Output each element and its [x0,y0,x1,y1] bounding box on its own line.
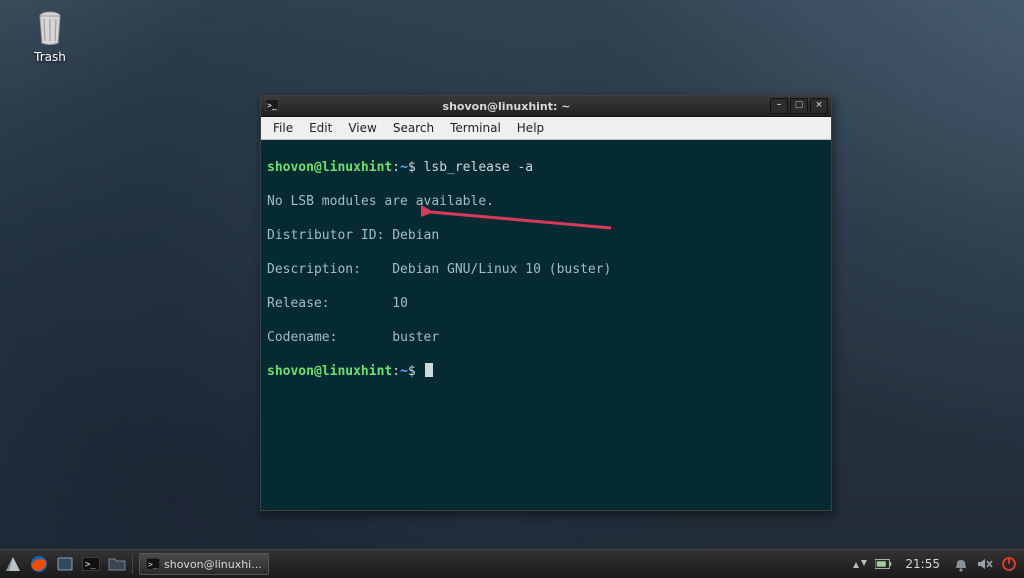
launcher-terminal-icon[interactable]: >_ [80,553,102,575]
window-close-button[interactable]: × [810,98,828,114]
output-distributor-value: Debian [392,228,439,243]
taskbar-button-label: shovon@linuxhi... [164,558,262,571]
applications-menu-button[interactable] [2,553,24,575]
window-maximize-button[interactable]: ▢ [790,98,808,114]
window-titlebar[interactable]: >_ shovon@linuxhint: ~ – ▢ × [261,96,831,117]
window-minimize-button[interactable]: – [770,98,788,114]
network-status-icon[interactable] [851,555,869,573]
sound-muted-icon[interactable] [976,555,994,573]
output-description-label: Description: [267,262,361,277]
window-title: shovon@linuxhint: ~ [283,100,770,113]
svg-text:>_: >_ [148,560,158,569]
cursor [425,363,433,377]
menu-view[interactable]: View [340,119,384,137]
shutdown-button[interactable] [1000,555,1018,573]
output-no-modules: No LSB modules are available. [267,193,825,210]
menu-file[interactable]: File [265,119,301,137]
trash-label: Trash [15,50,85,64]
terminal-menubar: File Edit View Search Terminal Help [261,117,831,140]
svg-text:>_: >_ [267,101,277,110]
output-codename-value: buster [392,330,439,345]
prompt-symbol: $ [408,160,416,175]
output-description-value: Debian GNU/Linux 10 (buster) [392,262,611,277]
terminal-window[interactable]: >_ shovon@linuxhint: ~ – ▢ × File Edit V… [260,95,832,511]
show-desktop-button[interactable] [54,553,76,575]
notifications-icon[interactable] [952,555,970,573]
taskbar-panel: >_ >_ shovon@linuxhi... 21: [0,549,1024,578]
terminal-output-area[interactable]: shovon@linuxhint:~$ lsb_release -a No LS… [261,140,831,510]
output-codename-label: Codename: [267,330,337,345]
panel-divider [132,554,133,574]
prompt-sep: : [392,160,400,175]
panel-clock[interactable]: 21:55 [899,557,946,571]
terminal-title-icon: >_ [265,99,279,113]
menu-help[interactable]: Help [509,119,552,137]
terminal-task-icon: >_ [146,558,160,570]
output-distributor-label: Distributor ID: [267,228,384,243]
taskbar-button-terminal[interactable]: >_ shovon@linuxhi... [139,553,269,575]
launcher-firefox-icon[interactable] [28,553,50,575]
prompt-path: ~ [400,160,408,175]
battery-status-icon[interactable] [875,555,893,573]
system-tray: 21:55 [851,555,1024,573]
svg-text:>_: >_ [85,560,96,570]
output-release-label: Release: [267,296,330,311]
output-release-value: 10 [392,296,408,311]
desktop-trash-icon[interactable]: Trash [15,8,85,64]
prompt-user-2: shovon@linuxhint [267,364,392,379]
entered-command: lsb_release -a [424,160,534,175]
launcher-files-icon[interactable] [106,553,128,575]
menu-search[interactable]: Search [385,119,442,137]
prompt-user: shovon@linuxhint [267,160,392,175]
menu-edit[interactable]: Edit [301,119,340,137]
menu-terminal[interactable]: Terminal [442,119,509,137]
trash-icon [33,8,67,48]
